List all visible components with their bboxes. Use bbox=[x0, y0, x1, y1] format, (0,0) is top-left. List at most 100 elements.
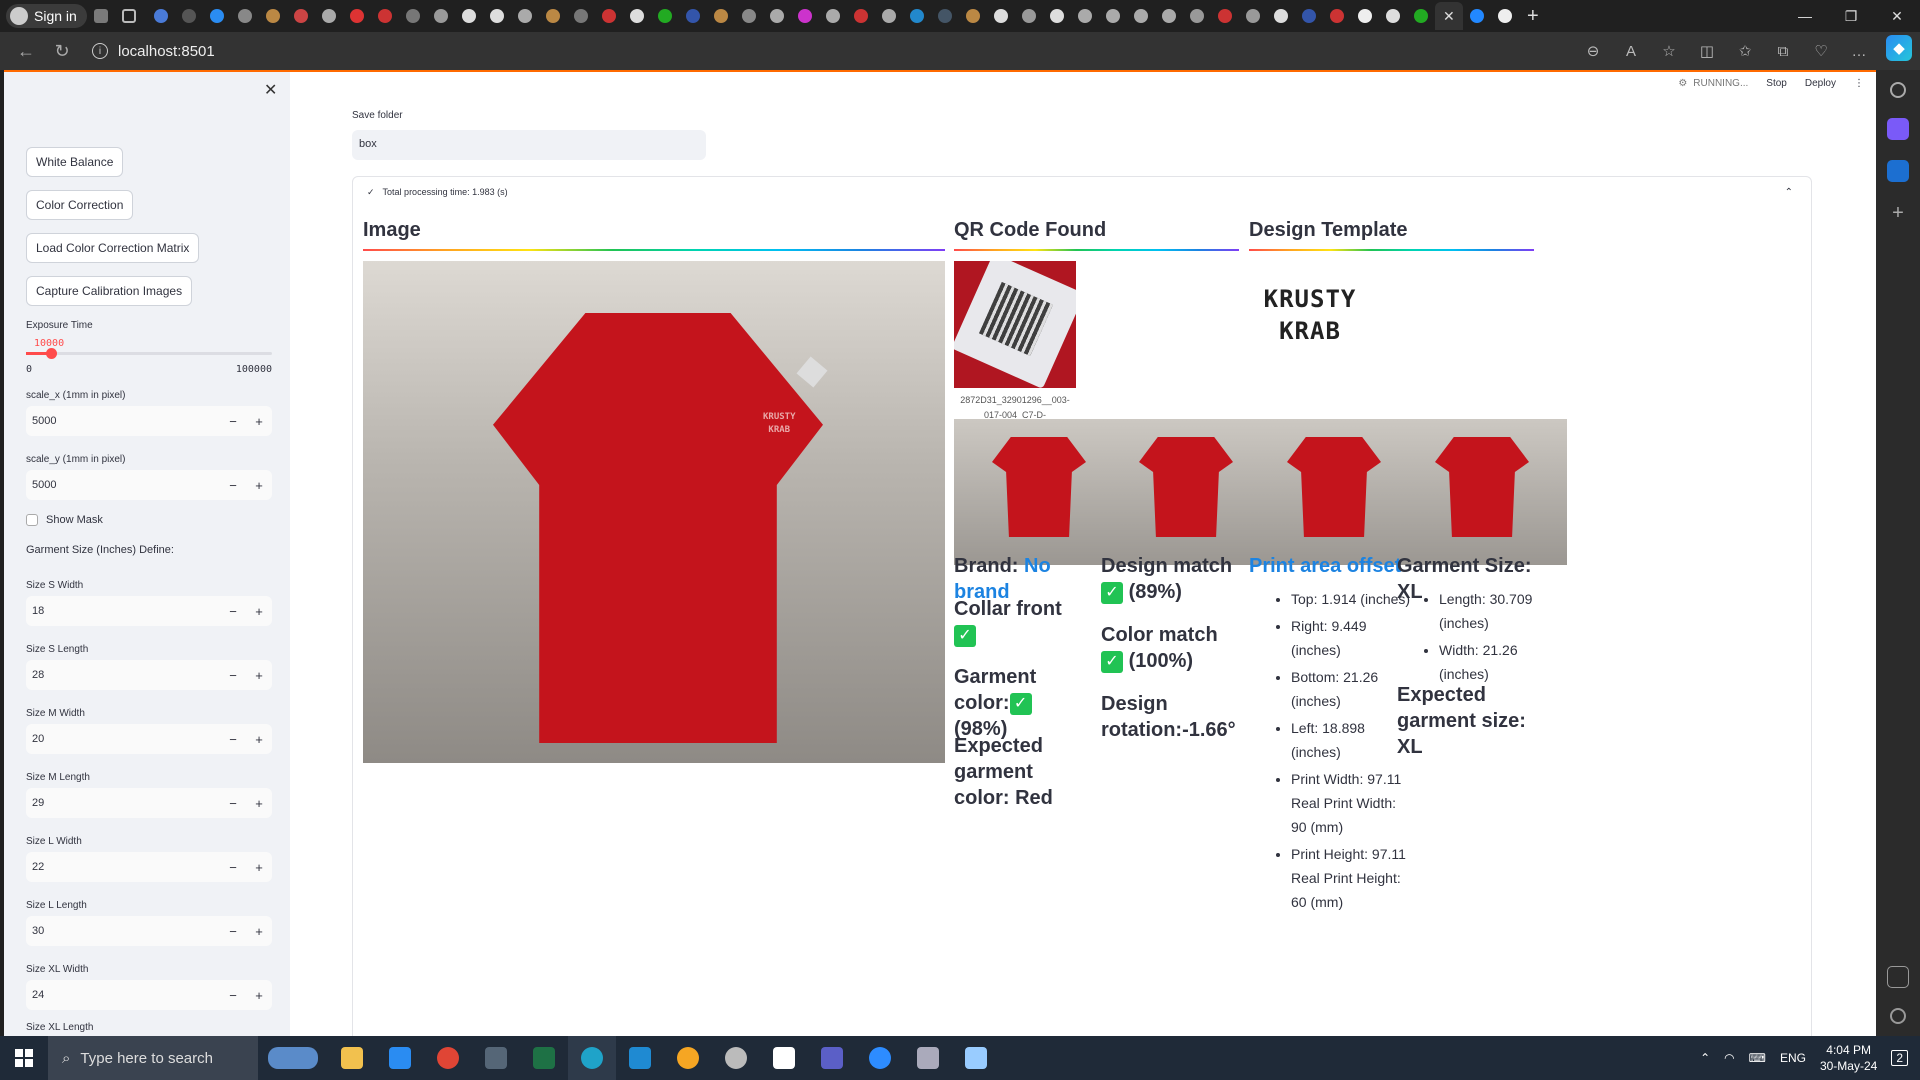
tab[interactable] bbox=[875, 0, 903, 32]
increment-button[interactable]: + bbox=[246, 732, 272, 747]
size-value[interactable]: 30 bbox=[26, 925, 220, 937]
tab[interactable] bbox=[1239, 0, 1267, 32]
tab[interactable] bbox=[791, 0, 819, 32]
tab[interactable] bbox=[1043, 0, 1071, 32]
tab[interactable] bbox=[1267, 0, 1295, 32]
tab[interactable] bbox=[819, 0, 847, 32]
tab[interactable] bbox=[427, 0, 455, 32]
color-correction-button[interactable]: Color Correction bbox=[26, 190, 134, 220]
tab[interactable] bbox=[1183, 0, 1211, 32]
increment-button[interactable]: + bbox=[246, 604, 272, 619]
checkbox-box[interactable] bbox=[26, 514, 38, 526]
white-balance-button[interactable]: White Balance bbox=[26, 147, 124, 177]
url-field[interactable]: i localhost:8501 bbox=[92, 43, 215, 60]
increment-button[interactable]: + bbox=[246, 796, 272, 811]
stop-button[interactable]: Stop bbox=[1766, 78, 1787, 89]
size-input[interactable]: 18 − + bbox=[26, 596, 272, 626]
app-icon[interactable] bbox=[760, 1036, 808, 1080]
tab[interactable] bbox=[399, 0, 427, 32]
copilot-side-icon[interactable] bbox=[1887, 118, 1909, 140]
tab[interactable] bbox=[455, 0, 483, 32]
tab[interactable] bbox=[903, 0, 931, 32]
tab[interactable] bbox=[1155, 0, 1183, 32]
add-icon[interactable]: + bbox=[1887, 202, 1909, 224]
edge-icon[interactable] bbox=[568, 1036, 616, 1080]
signin-button[interactable]: Sign in bbox=[6, 4, 87, 28]
search-highlight-icon[interactable] bbox=[258, 1036, 328, 1080]
decrement-button[interactable]: − bbox=[220, 604, 246, 619]
windows-start-icon[interactable] bbox=[0, 1036, 48, 1080]
tab[interactable] bbox=[679, 0, 707, 32]
decrement-button[interactable]: − bbox=[220, 796, 246, 811]
decrement-button[interactable]: − bbox=[220, 668, 246, 683]
app-icon[interactable] bbox=[904, 1036, 952, 1080]
tab[interactable] bbox=[147, 0, 175, 32]
vscode-icon[interactable] bbox=[616, 1036, 664, 1080]
tab[interactable] bbox=[1463, 0, 1491, 32]
tab[interactable] bbox=[371, 0, 399, 32]
tray-chevron-icon[interactable]: ⌃ bbox=[1700, 1051, 1710, 1065]
chrome-icon[interactable] bbox=[424, 1036, 472, 1080]
increment-button[interactable]: + bbox=[246, 478, 272, 493]
back-icon[interactable]: ← bbox=[8, 33, 44, 69]
screenshot-icon[interactable] bbox=[1887, 966, 1909, 988]
store-icon[interactable] bbox=[376, 1036, 424, 1080]
settings-gear-icon[interactable] bbox=[1890, 1008, 1906, 1024]
increment-button[interactable]: + bbox=[246, 414, 272, 429]
chevron-up-icon[interactable]: ⌃ bbox=[1785, 187, 1793, 198]
copilot-icon[interactable]: ◆ bbox=[1886, 35, 1912, 61]
tab[interactable] bbox=[1211, 0, 1239, 32]
tab[interactable] bbox=[987, 0, 1015, 32]
tab-actions-icon[interactable] bbox=[115, 0, 143, 32]
load-ccm-button[interactable]: Load Color Correction Matrix bbox=[26, 233, 200, 263]
size-value[interactable]: 20 bbox=[26, 733, 220, 745]
teams-icon[interactable] bbox=[808, 1036, 856, 1080]
wifi-icon[interactable]: ◠ bbox=[1724, 1051, 1734, 1065]
tab[interactable] bbox=[567, 0, 595, 32]
tab[interactable] bbox=[959, 0, 987, 32]
tab[interactable] bbox=[1015, 0, 1043, 32]
favorites-icon[interactable]: ✩ bbox=[1728, 35, 1762, 67]
search-icon[interactable] bbox=[1890, 82, 1906, 98]
app-icon[interactable] bbox=[472, 1036, 520, 1080]
read-aloud-icon[interactable]: A bbox=[1614, 35, 1648, 67]
collections-icon[interactable]: ⧉ bbox=[1766, 35, 1800, 67]
decrement-button[interactable]: − bbox=[220, 478, 246, 493]
tab[interactable] bbox=[1295, 0, 1323, 32]
tab[interactable] bbox=[483, 0, 511, 32]
scale-x-value[interactable]: 5000 bbox=[26, 415, 220, 427]
notification-icon[interactable]: 2 bbox=[1891, 1050, 1908, 1066]
scale-y-input[interactable]: 5000 − + bbox=[26, 470, 272, 500]
size-value[interactable]: 29 bbox=[26, 797, 220, 809]
slider-handle[interactable] bbox=[45, 348, 57, 359]
tab[interactable] bbox=[315, 0, 343, 32]
deploy-button[interactable]: Deploy bbox=[1805, 78, 1836, 89]
decrement-button[interactable]: − bbox=[220, 860, 246, 875]
tab[interactable] bbox=[1379, 0, 1407, 32]
performance-icon[interactable]: ♡ bbox=[1804, 35, 1838, 67]
keyboard-icon[interactable]: ⌨ bbox=[1749, 1051, 1766, 1065]
tab[interactable] bbox=[343, 0, 371, 32]
zoom-app-icon[interactable] bbox=[856, 1036, 904, 1080]
tab[interactable] bbox=[707, 0, 735, 32]
size-input[interactable]: 28 − + bbox=[26, 660, 272, 690]
decrement-button[interactable]: − bbox=[220, 924, 246, 939]
language-indicator[interactable]: ENG bbox=[1780, 1051, 1806, 1065]
size-value[interactable]: 28 bbox=[26, 669, 220, 681]
tab[interactable] bbox=[1127, 0, 1155, 32]
window-close-icon[interactable]: ✕ bbox=[1874, 0, 1920, 32]
tab[interactable] bbox=[595, 0, 623, 32]
tab[interactable] bbox=[1351, 0, 1379, 32]
split-screen-icon[interactable]: ◫ bbox=[1690, 35, 1724, 67]
favorite-star-icon[interactable]: ☆ bbox=[1652, 35, 1686, 67]
tab[interactable] bbox=[539, 0, 567, 32]
size-input[interactable]: 20 − + bbox=[26, 724, 272, 754]
restore-icon[interactable]: ❐ bbox=[1828, 0, 1874, 32]
refresh-icon[interactable]: ↻ bbox=[44, 33, 80, 69]
home-assistant-icon[interactable] bbox=[664, 1036, 712, 1080]
tab[interactable] bbox=[287, 0, 315, 32]
tab[interactable] bbox=[931, 0, 959, 32]
size-value[interactable]: 24 bbox=[26, 989, 220, 1001]
show-mask-checkbox[interactable]: Show Mask bbox=[26, 514, 103, 526]
tab[interactable] bbox=[735, 0, 763, 32]
